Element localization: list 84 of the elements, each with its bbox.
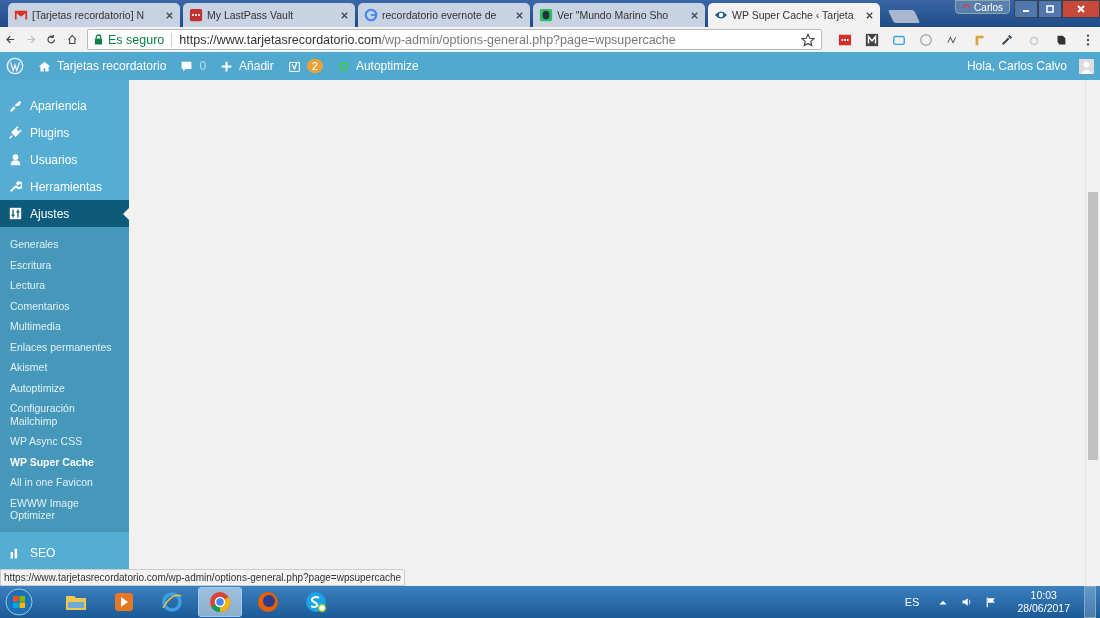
- submenu-item[interactable]: All in one Favicon: [0, 472, 129, 493]
- scrollbar[interactable]: [1085, 80, 1100, 586]
- speech-bubble-icon: [180, 59, 194, 73]
- browser-tab[interactable]: [Tarjetas recordatorio] N: [8, 3, 180, 27]
- sidebar-item[interactable]: Herramientas: [0, 173, 129, 200]
- submenu-item[interactable]: Lectura: [0, 275, 129, 296]
- letter-y-icon: [287, 59, 301, 73]
- start-button[interactable]: [4, 587, 34, 617]
- sidebar-item[interactable]: Apariencia: [0, 92, 129, 119]
- security-label: Es seguro: [108, 32, 165, 47]
- submenu-item[interactable]: Escritura: [0, 254, 129, 275]
- close-button[interactable]: [1062, 0, 1100, 18]
- plus-icon: [220, 59, 234, 73]
- close-icon[interactable]: [515, 10, 524, 20]
- maximize-button[interactable]: [1038, 0, 1062, 18]
- eyedropper-icon[interactable]: [1000, 32, 1014, 47]
- brush-icon: [9, 99, 22, 112]
- browser-tab[interactable]: My LastPass Vault: [183, 3, 355, 27]
- browser-tab[interactable]: WP Super Cache ‹ Tarjeta: [708, 3, 880, 27]
- tab-title: WP Super Cache ‹ Tarjeta: [732, 9, 855, 21]
- sidebar-item[interactable]: Usuarios: [0, 146, 129, 173]
- firefox-icon: [256, 590, 280, 614]
- new-tab-button[interactable]: [887, 10, 921, 23]
- submenu-item[interactable]: WP Async CSS: [0, 431, 129, 452]
- square-m-icon[interactable]: [865, 32, 879, 47]
- notification-badge: 2: [306, 59, 323, 73]
- tab-title: recordatorio evernote de: [382, 9, 498, 21]
- lock-icon: [94, 34, 103, 45]
- profile-button[interactable]: Carlos: [955, 0, 1010, 14]
- close-icon[interactable]: [865, 10, 874, 20]
- close-icon[interactable]: [165, 10, 174, 20]
- user-icon: [9, 153, 22, 166]
- submenu-item[interactable]: Autoptimize: [0, 377, 129, 398]
- time-text: 10:03: [1030, 589, 1057, 602]
- submenu-item[interactable]: WP Super Cache: [0, 451, 129, 472]
- avatar-icon: [1079, 58, 1094, 74]
- yoast-link[interactable]: 2: [287, 59, 323, 73]
- submenu-item[interactable]: Multimedia: [0, 316, 129, 337]
- address-bar[interactable]: Es seguro https://www.tarjetasrecordatorio.com/wp-admin/options-general.php?page=wpsupercache: [87, 29, 822, 50]
- sidebar-item[interactable]: SEO: [0, 539, 129, 567]
- plug-icon: [9, 126, 22, 139]
- submenu-item[interactable]: Generales: [0, 234, 129, 255]
- tab-title: Ver "Mundo Marino Sho: [557, 9, 670, 21]
- ie-icon: [160, 590, 184, 614]
- browser-tab[interactable]: recordatorio evernote de: [358, 3, 530, 27]
- chrome-taskbar-button[interactable]: [198, 587, 242, 617]
- tab-title: My LastPass Vault: [207, 9, 295, 21]
- submenu-item[interactable]: Akismet: [0, 357, 129, 378]
- home-icon: [38, 59, 51, 73]
- site-link[interactable]: Tarjetas recordatorio: [38, 59, 167, 73]
- minimize-button[interactable]: [1014, 0, 1038, 18]
- dots-icon: [189, 8, 203, 22]
- status-url: https://www.tarjetasrecordatorio.com/wp-admin/options-general.php?page=wpsupercache: [0, 569, 406, 586]
- add-new-link[interactable]: Añadir: [220, 59, 274, 73]
- close-icon[interactable]: [690, 10, 699, 20]
- sliders-icon: [9, 207, 22, 220]
- autoptimize-link[interactable]: Autoptimize: [336, 59, 419, 73]
- close-icon[interactable]: [340, 10, 349, 20]
- tab-title: [Tarjetas recordatorio] N: [32, 9, 146, 21]
- account-link[interactable]: Hola, Carlos Calvo: [966, 58, 1094, 74]
- comments-link[interactable]: 0: [180, 59, 207, 73]
- flag-icon[interactable]: [985, 596, 998, 608]
- mail-icon: [14, 8, 28, 22]
- sidebar-item[interactable]: Plugins: [0, 119, 129, 146]
- media-icon: [112, 590, 136, 614]
- url-text: https://www.tarjetasrecordatorio.com/wp-admin/options-general.php?page=wpsupercache: [179, 32, 677, 47]
- ring-icon: [336, 59, 350, 73]
- wrench-icon: [9, 180, 22, 193]
- date-text: 28/06/2017: [1017, 602, 1070, 615]
- browser-tab[interactable]: Ver "Mundo Marino Sho: [533, 3, 705, 27]
- dots-icon[interactable]: [838, 32, 852, 47]
- clock[interactable]: 10:03 28/06/2017: [1017, 589, 1070, 615]
- letter-g-icon: [364, 8, 378, 22]
- sidebar-item[interactable]: Ajustes: [0, 200, 129, 227]
- submenu-item[interactable]: Enlaces permanentes: [0, 336, 129, 357]
- home-icon[interactable]: [66, 32, 77, 47]
- star-icon[interactable]: [801, 32, 815, 47]
- close-icon: [1076, 4, 1086, 14]
- submenu-item[interactable]: EWWW Image Optimizer: [0, 492, 129, 526]
- submenu-item[interactable]: Configuración Mailchimp: [0, 398, 129, 431]
- maximize-icon: [1045, 4, 1055, 14]
- language-indicator[interactable]: ES: [904, 596, 920, 608]
- chrome-icon: [208, 590, 232, 614]
- submenu-item[interactable]: Comentarios: [0, 295, 129, 316]
